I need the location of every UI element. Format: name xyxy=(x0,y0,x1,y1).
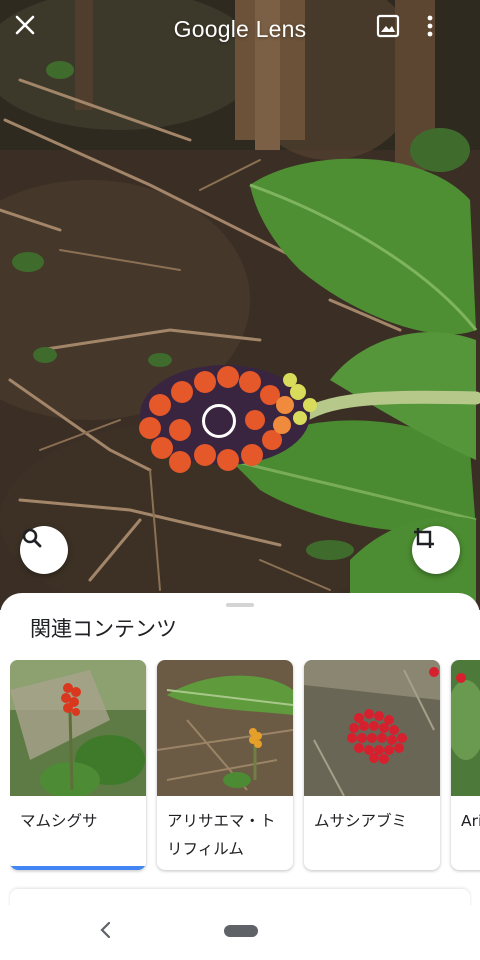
result-card-label: マムシグサ xyxy=(20,812,98,830)
result-card[interactable]: Ari eru xyxy=(451,660,480,870)
search-icon xyxy=(22,528,42,548)
system-navigation-bar xyxy=(0,905,480,960)
result-card-label: ムサシアブミ xyxy=(314,812,408,830)
related-content-carousel[interactable]: マムシグサ アリサエマ・トリフィルム ムサシアブミ Ar xyxy=(10,660,480,875)
search-button[interactable] xyxy=(20,526,68,574)
image-gallery-icon xyxy=(376,14,400,38)
top-app-bar: Google Lens xyxy=(0,0,480,70)
result-thumbnail xyxy=(10,660,146,796)
result-thumbnail xyxy=(157,660,293,796)
gallery-button[interactable] xyxy=(376,14,416,54)
result-card-label: Ari eru xyxy=(461,812,480,830)
more-vert-icon xyxy=(427,15,433,37)
result-card[interactable]: マムシグサ xyxy=(10,660,146,870)
result-card-label: アリサエマ・トリフィルム xyxy=(167,812,276,858)
home-pill-icon[interactable] xyxy=(224,925,258,937)
camera-scene-image xyxy=(0,0,480,610)
result-thumbnail xyxy=(451,660,480,796)
back-button[interactable] xyxy=(92,917,118,943)
related-content-heading: 関連コンテンツ xyxy=(30,617,177,641)
crop-icon xyxy=(414,528,434,548)
back-icon xyxy=(100,921,111,939)
selected-indicator xyxy=(10,866,146,870)
sheet-drag-handle[interactable] xyxy=(226,603,254,607)
result-thumbnail xyxy=(304,660,440,796)
focus-reticle xyxy=(202,404,236,438)
result-card[interactable]: アリサエマ・トリフィルム xyxy=(157,660,293,870)
result-card[interactable]: ムサシアブミ xyxy=(304,660,440,870)
more-options-button[interactable] xyxy=(426,14,466,54)
crop-button[interactable] xyxy=(412,526,460,574)
camera-viewfinder[interactable]: Google Lens xyxy=(0,0,480,610)
